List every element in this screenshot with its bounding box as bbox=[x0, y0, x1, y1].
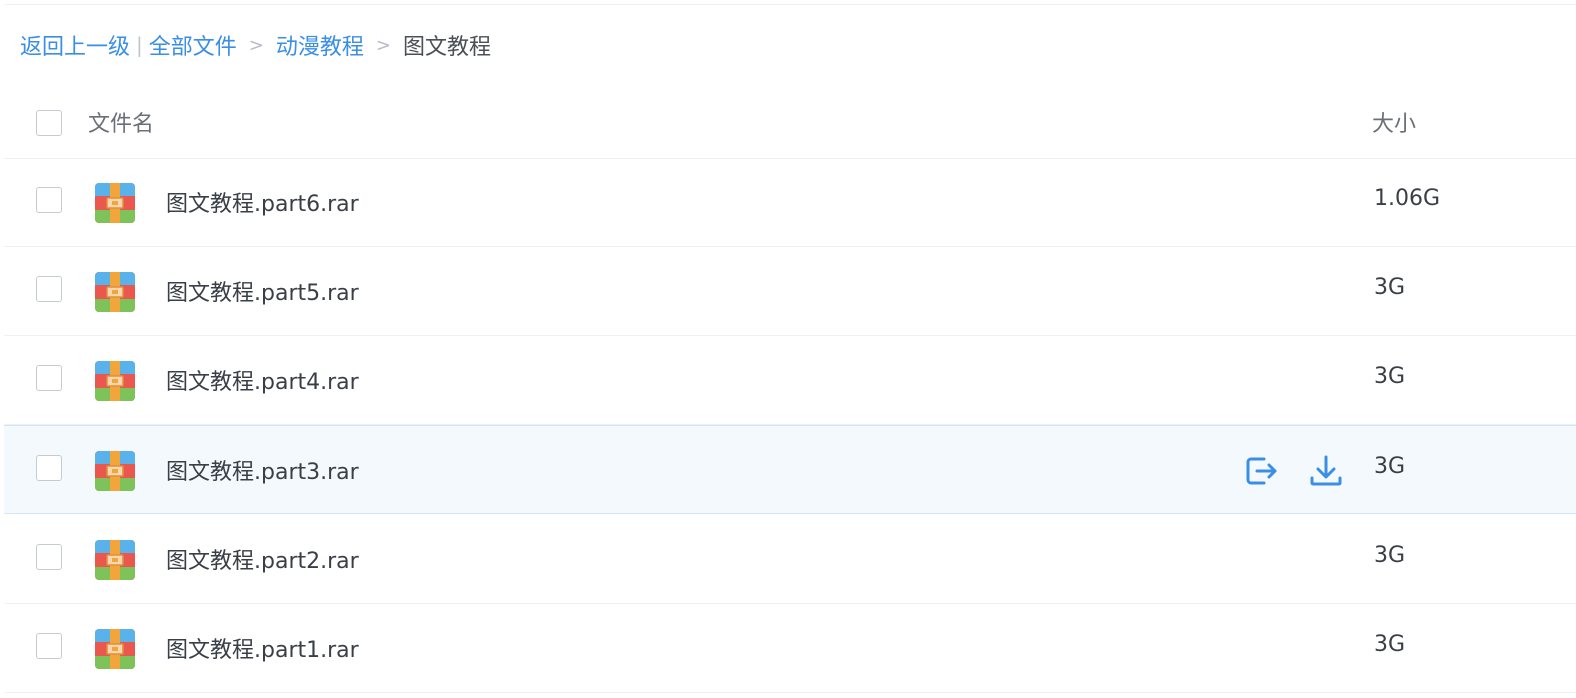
rar-archive-icon bbox=[95, 183, 135, 223]
table-row[interactable]: 图文教程.part4.rar 3G bbox=[4, 336, 1576, 425]
file-browser: 返回上一级 | 全部文件 > 动漫教程 > 图文教程 文件名 大小 图文教程.p… bbox=[0, 0, 1576, 698]
breadcrumb-current: 图文教程 bbox=[402, 35, 491, 60]
table-header: 文件名 大小 bbox=[4, 86, 1576, 159]
table-row[interactable]: 图文教程.part2.rar 3G bbox=[4, 515, 1576, 604]
breadcrumb-separator: > bbox=[248, 34, 264, 56]
top-divider bbox=[4, 4, 1576, 5]
table-row[interactable]: 图文教程.part1.rar 3G bbox=[4, 604, 1576, 693]
breadcrumb-all-files[interactable]: 全部文件 bbox=[149, 29, 237, 61]
file-size: 3G bbox=[1374, 454, 1406, 479]
download-icon[interactable] bbox=[1307, 452, 1345, 490]
file-name[interactable]: 图文教程.part1.rar bbox=[166, 632, 359, 664]
breadcrumb-separator: > bbox=[375, 34, 391, 56]
row-checkbox[interactable] bbox=[36, 187, 62, 213]
file-name[interactable]: 图文教程.part4.rar bbox=[166, 364, 359, 396]
row-checkbox[interactable] bbox=[36, 276, 62, 302]
file-name[interactable]: 图文教程.part5.rar bbox=[166, 275, 359, 307]
table-row[interactable]: 图文教程.part3.rar 3G bbox=[4, 425, 1576, 514]
file-size: 3G bbox=[1374, 543, 1406, 568]
row-checkbox[interactable] bbox=[36, 365, 62, 391]
table-row[interactable]: 图文教程.part5.rar 3G bbox=[4, 247, 1576, 336]
rar-archive-icon bbox=[95, 272, 135, 312]
select-all-checkbox[interactable] bbox=[36, 110, 62, 136]
share-out-icon[interactable] bbox=[1242, 452, 1280, 490]
column-header-size[interactable]: 大小 bbox=[1372, 106, 1416, 138]
row-checkbox[interactable] bbox=[36, 633, 62, 659]
table-row[interactable]: 图文教程.part6.rar 1.06G bbox=[4, 158, 1576, 247]
rar-archive-icon bbox=[95, 540, 135, 580]
file-size: 3G bbox=[1374, 364, 1406, 389]
breadcrumb-anime-tutorials[interactable]: 动漫教程 bbox=[276, 29, 364, 61]
file-size: 3G bbox=[1374, 275, 1406, 300]
rar-archive-icon bbox=[95, 451, 135, 491]
file-name[interactable]: 图文教程.part3.rar bbox=[166, 454, 359, 486]
file-size: 1.06G bbox=[1374, 186, 1441, 211]
breadcrumb-divider: | bbox=[136, 33, 143, 57]
file-size: 3G bbox=[1374, 632, 1406, 657]
file-name[interactable]: 图文教程.part6.rar bbox=[166, 186, 359, 218]
rar-archive-icon bbox=[95, 629, 135, 669]
rar-archive-icon bbox=[95, 361, 135, 401]
back-to-parent-link[interactable]: 返回上一级 bbox=[20, 29, 130, 61]
file-name[interactable]: 图文教程.part2.rar bbox=[166, 543, 359, 575]
row-checkbox[interactable] bbox=[36, 544, 62, 570]
row-checkbox[interactable] bbox=[36, 455, 62, 481]
breadcrumb: 返回上一级 | 全部文件 > 动漫教程 > 图文教程 bbox=[20, 28, 491, 62]
column-header-name[interactable]: 文件名 bbox=[88, 106, 154, 138]
